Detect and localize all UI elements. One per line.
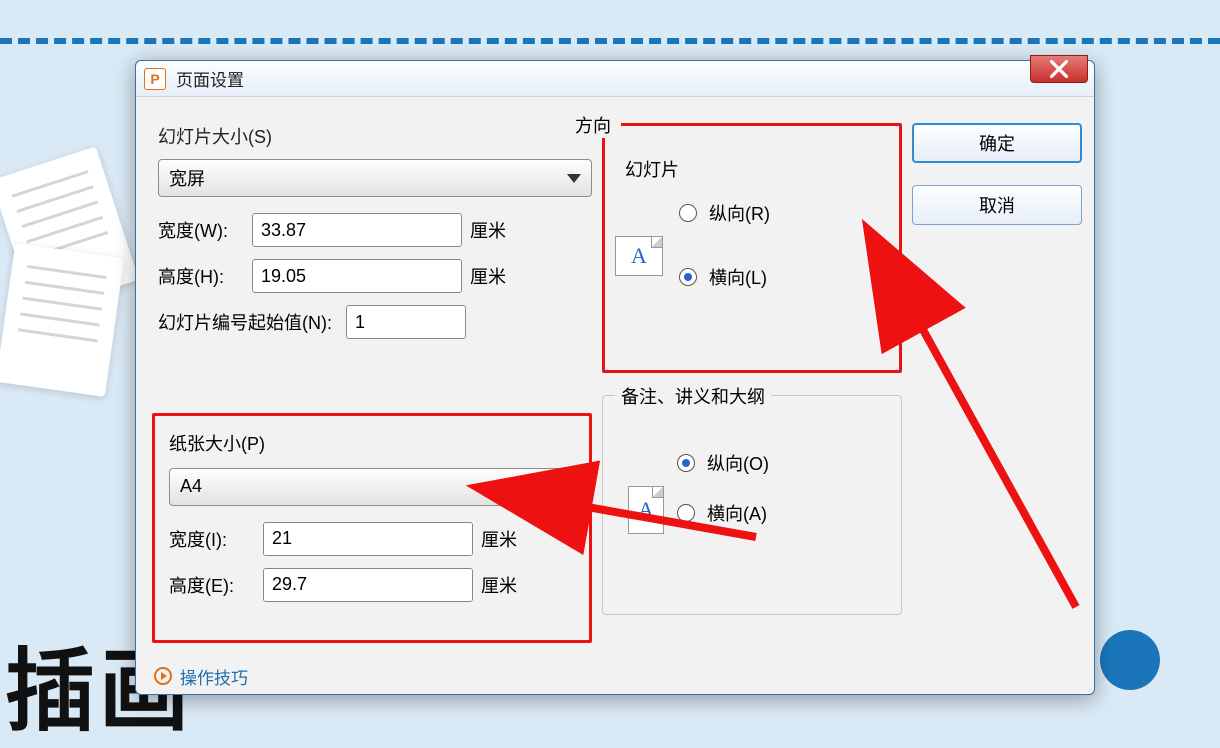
paper-size-group: 纸张大小(P) A4 宽度(I): 厘米 高度(E): 厘米 (152, 413, 592, 643)
orientation-notes-group: 备注、讲义和大纲 A 纵向(O) 横向(A) (602, 395, 902, 615)
slide-size-preset-combo[interactable]: 宽屏 (158, 159, 592, 197)
close-button[interactable] (1030, 55, 1088, 83)
page-landscape-icon: A (615, 236, 663, 276)
dialog-title: 页面设置 (176, 66, 244, 91)
slide-height-spinner[interactable] (252, 259, 462, 293)
orientation-slides-group: 方向 幻灯片 A 纵向(R) 横向(L) (602, 123, 902, 373)
slide-size-preset-value: 宽屏 (169, 165, 205, 191)
radio-slides-landscape[interactable] (679, 268, 697, 286)
slide-size-legend: 幻灯片大小(S) (158, 123, 592, 149)
radio-notes-portrait-label: 纵向(O) (707, 450, 769, 476)
dialog-footer: 操作技巧 (136, 658, 1094, 694)
radio-slides-portrait[interactable] (679, 204, 697, 222)
dialog-body: 幻灯片大小(S) 宽屏 宽度(W): 厘米 高度(H): 厘米 (136, 97, 1094, 658)
slide-size-group: 幻灯片大小(S) 宽屏 宽度(W): 厘米 高度(H): 厘米 (152, 123, 592, 403)
slide-width-label: 宽度(W): (158, 217, 244, 243)
paper-width-input[interactable] (264, 523, 473, 555)
paper-size-legend: 纸张大小(P) (169, 430, 575, 456)
radio-notes-landscape-label: 横向(A) (707, 500, 767, 526)
radio-slides-portrait-label: 纵向(R) (709, 200, 770, 226)
bg-blue-circle (1100, 630, 1160, 690)
app-icon: P (144, 68, 166, 90)
unit-label: 厘米 (481, 572, 517, 598)
page-setup-dialog: P 页面设置 幻灯片大小(S) 宽屏 宽度(W): 厘米 高度(H): (135, 60, 1095, 695)
titlebar: P 页面设置 (136, 61, 1094, 97)
orientation-slides-title: 幻灯片 (625, 156, 885, 182)
slide-height-input[interactable] (253, 260, 462, 292)
slide-width-spinner[interactable] (252, 213, 462, 247)
paper-size-preset-value: A4 (180, 476, 202, 497)
paper-size-preset-combo[interactable]: A4 (169, 468, 575, 506)
radio-slides-landscape-label: 横向(L) (709, 264, 767, 290)
slide-number-label: 幻灯片编号起始值(N): (158, 309, 338, 335)
play-circle-icon (154, 667, 172, 685)
page-portrait-icon: A (628, 486, 664, 534)
dialog-buttons: 确定 取消 (912, 109, 1082, 411)
paper-height-label: 高度(E): (169, 572, 255, 598)
unit-label: 厘米 (470, 217, 506, 243)
ok-button[interactable]: 确定 (912, 123, 1082, 163)
radio-notes-portrait[interactable] (677, 454, 695, 472)
orientation-group-legend: 方向 (565, 112, 621, 138)
tips-link[interactable]: 操作技巧 (180, 664, 248, 689)
unit-label: 厘米 (481, 526, 517, 552)
paper-width-spinner[interactable] (263, 522, 473, 556)
slide-number-spinner[interactable] (346, 305, 466, 339)
slide-width-input[interactable] (253, 214, 462, 246)
orientation-notes-title: 备注、讲义和大纲 (615, 383, 771, 409)
radio-notes-landscape[interactable] (677, 504, 695, 522)
unit-label: 厘米 (470, 263, 506, 289)
chevron-down-icon (567, 174, 581, 183)
slide-height-label: 高度(H): (158, 263, 244, 289)
paper-height-spinner[interactable] (263, 568, 473, 602)
bg-paper-decor (0, 243, 124, 397)
slide-number-input[interactable] (347, 306, 466, 338)
paper-width-label: 宽度(I): (169, 526, 255, 552)
orientation-column: 方向 幻灯片 A 纵向(R) 横向(L) 备注、讲义和大纲 A 纵向(O (602, 109, 902, 650)
paper-height-input[interactable] (264, 569, 473, 601)
bg-dashed-line (0, 38, 1220, 44)
chevron-down-icon (550, 482, 564, 491)
cancel-button[interactable]: 取消 (912, 185, 1082, 225)
